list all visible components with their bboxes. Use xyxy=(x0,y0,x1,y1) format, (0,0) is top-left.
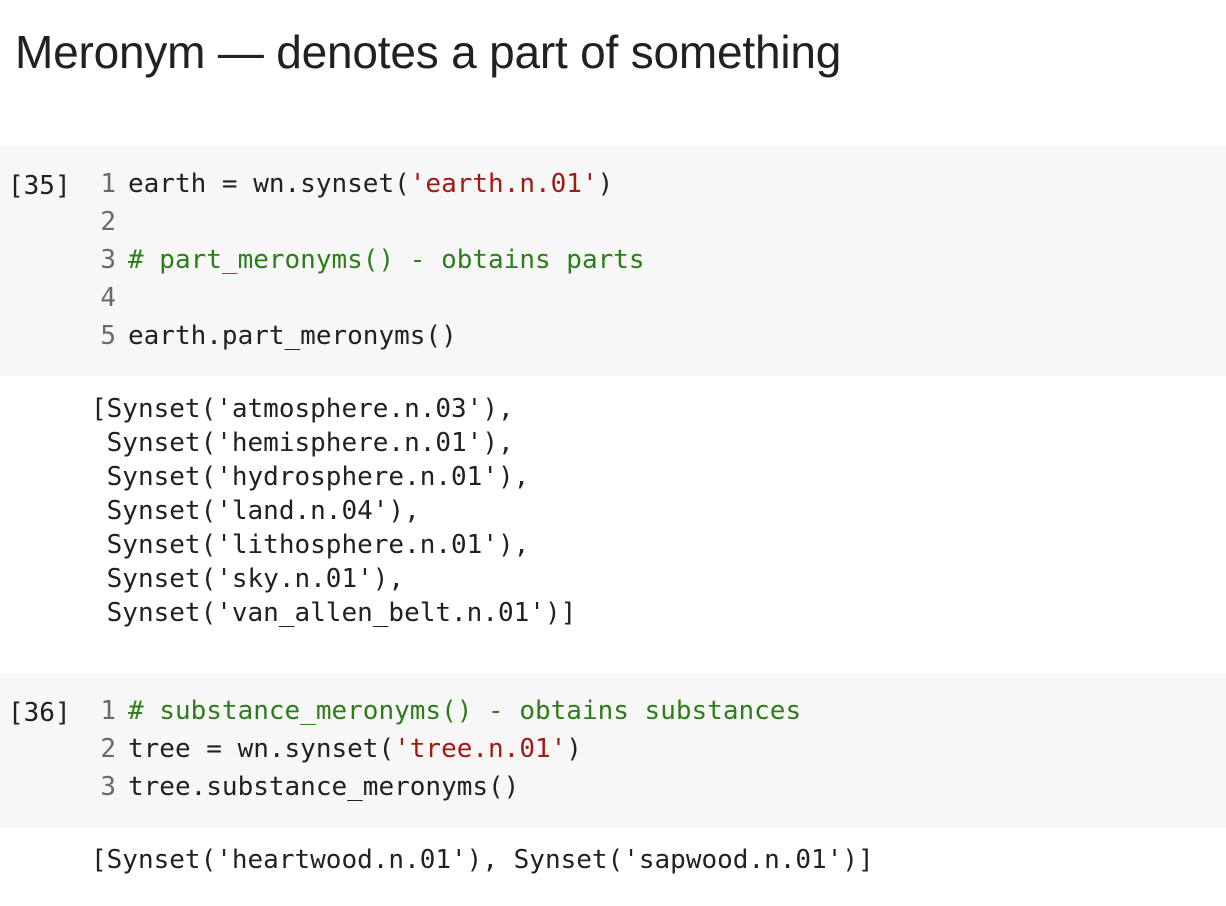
line-number: 1 xyxy=(100,169,116,199)
line-number: 5 xyxy=(100,321,116,351)
line-number: 2 xyxy=(100,207,116,237)
string-literal: 'earth.n.01' xyxy=(409,169,598,199)
cell-output-36: [Synset('heartwood.n.01'), Synset('sapwo… xyxy=(91,843,874,877)
output-line: [Synset('atmosphere.n.03'), xyxy=(91,394,514,424)
code-comment: # substance_meronyms() - obtains substan… xyxy=(128,696,802,726)
code-token: ) xyxy=(597,169,614,199)
code-line[interactable]: 3 tree.substance_meronyms() xyxy=(0,768,801,806)
output-line: Synset('lithosphere.n.01'), xyxy=(91,530,530,560)
output-line: Synset('land.n.04'), xyxy=(91,496,420,526)
code-cell-36[interactable]: [36] 1 # substance_meronyms() - obtains s… xyxy=(0,673,1226,828)
code-line[interactable]: 1 earth = wn.synset('earth.n.01') xyxy=(0,165,645,203)
code-token: tree = wn.synset( xyxy=(128,734,395,764)
output-line: Synset('van_allen_belt.n.01')] xyxy=(91,598,577,628)
code-line[interactable]: 2 tree = wn.synset('tree.n.01') xyxy=(0,730,801,768)
section-heading: Meronym — denotes a part of something xyxy=(15,26,842,78)
output-line: [Synset('heartwood.n.01'), Synset('sapwo… xyxy=(91,845,874,875)
output-line: Synset('sky.n.01'), xyxy=(91,564,405,594)
code-token: earth = wn.synset( xyxy=(128,169,410,199)
line-number: 3 xyxy=(100,772,116,802)
line-number: 1 xyxy=(100,696,116,726)
cell-output-35: [Synset('atmosphere.n.03'), Synset('hemi… xyxy=(91,392,576,630)
code-line[interactable]: 2 xyxy=(0,203,645,241)
code-editor[interactable]: 1 # substance_meronyms() - obtains substa… xyxy=(0,692,801,806)
output-line: Synset('hydrosphere.n.01'), xyxy=(91,462,530,492)
line-number: 3 xyxy=(100,245,116,275)
code-token: earth.part_meronyms() xyxy=(128,321,457,351)
string-literal: 'tree.n.01' xyxy=(394,734,567,764)
code-editor[interactable]: 1 earth = wn.synset('earth.n.01') 2 3 # part… xyxy=(0,165,645,355)
code-line[interactable]: 4 xyxy=(0,279,645,317)
output-line: Synset('hemisphere.n.01'), xyxy=(91,428,514,458)
code-token: tree.substance_meronyms() xyxy=(128,772,520,802)
code-line[interactable]: 5 earth.part_meronyms() xyxy=(0,317,645,355)
line-number: 4 xyxy=(100,283,116,313)
code-line[interactable]: 1 # substance_meronyms() - obtains substa… xyxy=(0,692,801,730)
code-cell-35[interactable]: [35] 1 earth = wn.synset('earth.n.01') 2 3 #… xyxy=(0,146,1226,376)
line-number: 2 xyxy=(100,734,116,764)
code-comment: # part_meronyms() - obtains parts xyxy=(128,245,645,275)
code-token: ) xyxy=(566,734,582,764)
code-line[interactable]: 3 # part_meronyms() - obtains parts xyxy=(0,241,645,279)
